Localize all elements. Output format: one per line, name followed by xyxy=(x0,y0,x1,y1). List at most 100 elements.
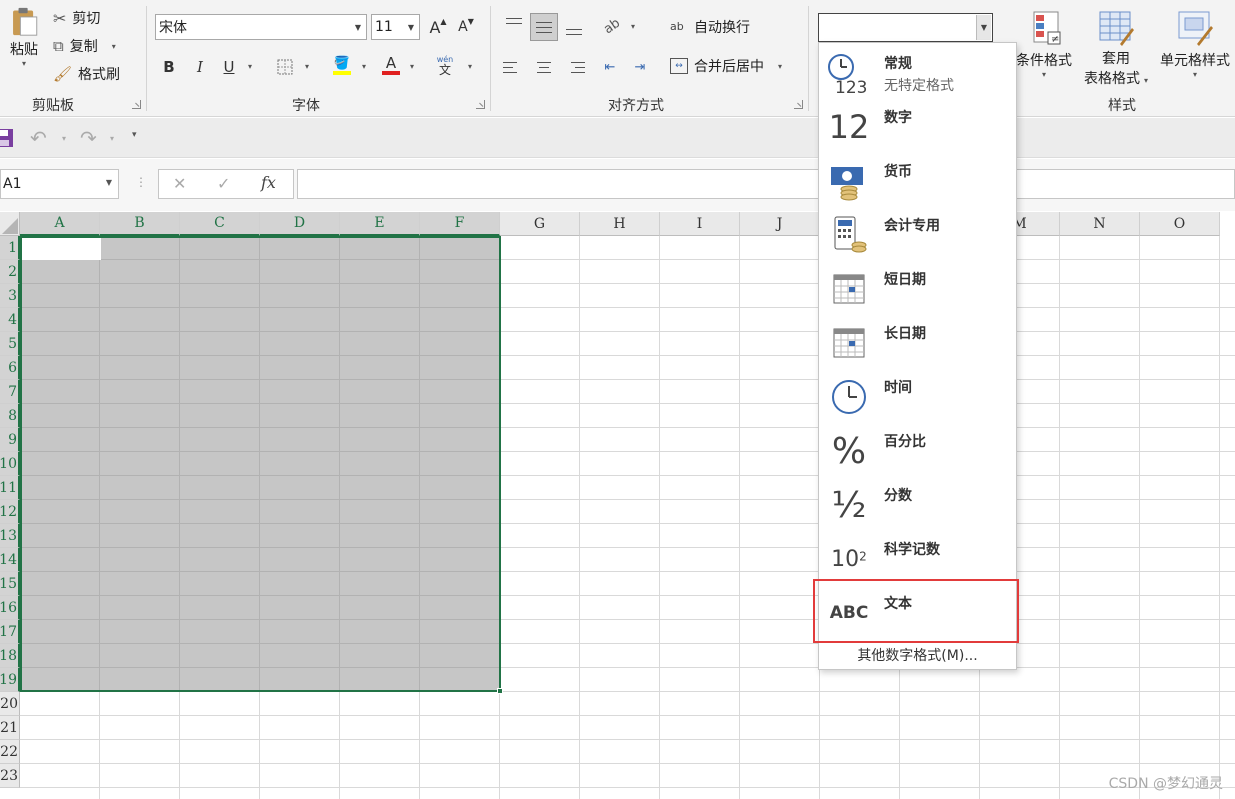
font-launcher-icon[interactable] xyxy=(476,100,485,109)
copy-button[interactable]: ⧉ 复制 ▾ xyxy=(53,36,116,56)
row-header[interactable]: 14 xyxy=(0,548,20,572)
row-header[interactable]: 23 xyxy=(0,764,20,788)
row-header[interactable]: 19 xyxy=(0,668,20,692)
name-box[interactable]: A1 ▼ xyxy=(0,169,119,199)
column-header[interactable]: A xyxy=(20,212,100,236)
increase-font-button[interactable]: A ▲ xyxy=(427,16,449,38)
font-size-combo[interactable]: 11 ▼ xyxy=(371,14,420,40)
column-header[interactable]: F xyxy=(420,212,500,236)
bold-button[interactable]: B xyxy=(158,56,180,78)
row-header[interactable]: 20 xyxy=(0,692,20,716)
chevron-down-icon[interactable]: ▾ xyxy=(631,22,635,31)
align-right-button[interactable] xyxy=(563,56,585,78)
format-currency-item[interactable]: 货币 xyxy=(819,153,1016,207)
row-header[interactable]: 6 xyxy=(0,356,20,380)
column-header[interactable]: C xyxy=(180,212,260,236)
align-top-button[interactable] xyxy=(503,14,525,36)
customize-qat-icon[interactable]: ▾ xyxy=(132,130,137,140)
paste-button[interactable]: 粘贴 ▾ xyxy=(4,6,44,68)
chevron-down-icon[interactable]: ▾ xyxy=(410,62,414,71)
chevron-down-icon[interactable]: ▾ xyxy=(468,62,472,71)
number-format-combo[interactable]: ▼ xyxy=(818,13,993,42)
row-header[interactable]: 22 xyxy=(0,740,20,764)
column-header[interactable]: G xyxy=(500,212,580,236)
format-general-item[interactable]: 123 常规 无特定格式 xyxy=(819,45,1016,99)
format-number-item[interactable]: 12 数字 xyxy=(819,99,1016,153)
row-header[interactable]: 10 xyxy=(0,452,20,476)
increase-indent-button[interactable]: ⇥ xyxy=(629,56,651,78)
alignment-launcher-icon[interactable] xyxy=(794,100,803,109)
row-header[interactable]: 4 xyxy=(0,308,20,332)
format-percent-item[interactable]: % 百分比 xyxy=(819,423,1016,477)
chevron-down-icon[interactable]: ▼ xyxy=(106,178,112,187)
column-header[interactable]: B xyxy=(100,212,180,236)
row-header[interactable]: 12 xyxy=(0,500,20,524)
italic-button[interactable]: I xyxy=(189,56,211,78)
row-header[interactable]: 13 xyxy=(0,524,20,548)
format-long-date-item[interactable]: 长日期 xyxy=(819,315,1016,369)
formula-input[interactable] xyxy=(297,169,1235,199)
row-header[interactable]: 8 xyxy=(0,404,20,428)
active-cell[interactable] xyxy=(22,238,101,260)
column-header[interactable]: I xyxy=(660,212,740,236)
column-header[interactable]: H xyxy=(580,212,660,236)
format-fraction-item[interactable]: ½ 分数 xyxy=(819,477,1016,531)
row-header[interactable]: 17 xyxy=(0,620,20,644)
row-header[interactable]: 1 xyxy=(0,236,20,260)
align-left-button[interactable] xyxy=(503,56,525,78)
enter-icon[interactable]: ✓ xyxy=(217,174,230,193)
insert-function-icon[interactable]: fx xyxy=(261,173,276,192)
row-header[interactable]: 16 xyxy=(0,596,20,620)
chevron-down-icon[interactable]: ▾ xyxy=(62,134,66,143)
font-color-button[interactable]: A xyxy=(380,54,402,76)
decrease-font-button[interactable]: A ▼ xyxy=(455,16,477,38)
merge-center-button[interactable]: ↔ 合并后居中 ▾ xyxy=(670,55,782,77)
chevron-down-icon[interactable]: ▾ xyxy=(110,134,114,143)
row-header[interactable]: 7 xyxy=(0,380,20,404)
column-header[interactable]: D xyxy=(260,212,340,236)
decrease-indent-button[interactable]: ⇤ xyxy=(599,56,621,78)
undo-icon[interactable]: ↶ xyxy=(30,126,47,150)
column-header[interactable]: N xyxy=(1060,212,1140,236)
format-painter-button[interactable]: 🖌 格式刷 xyxy=(53,64,120,84)
fill-color-button[interactable]: 🪣 xyxy=(331,54,353,76)
conditional-format-button[interactable]: ≠ 条件格式 ▾ xyxy=(1015,10,1073,79)
row-header[interactable]: 21 xyxy=(0,716,20,740)
fill-handle[interactable] xyxy=(497,688,503,694)
format-time-item[interactable]: 时间 xyxy=(819,369,1016,423)
cut-button[interactable]: ✂ 剪切 xyxy=(53,8,100,28)
chevron-down-icon[interactable]: ▼ xyxy=(976,15,991,40)
align-bottom-button[interactable] xyxy=(563,18,585,40)
chevron-down-icon[interactable]: ▾ xyxy=(305,62,309,71)
row-header[interactable]: 2 xyxy=(0,260,20,284)
row-header[interactable]: 18 xyxy=(0,644,20,668)
format-accounting-item[interactable]: 会计专用 xyxy=(819,207,1016,261)
chevron-down-icon[interactable]: ▾ xyxy=(248,62,252,71)
redo-icon[interactable]: ↷ xyxy=(80,126,97,150)
clipboard-launcher-icon[interactable] xyxy=(132,100,141,109)
font-name-combo[interactable]: 宋体 ▼ xyxy=(155,14,367,40)
align-center-button[interactable] xyxy=(533,56,555,78)
selected-range[interactable] xyxy=(20,236,501,692)
format-as-table-button[interactable]: 套用 表格格式 ▾ xyxy=(1078,10,1154,88)
format-scientific-item[interactable]: 102 科学记数 xyxy=(819,531,1016,585)
row-header[interactable]: 15 xyxy=(0,572,20,596)
column-header[interactable]: E xyxy=(340,212,420,236)
cell-styles-button[interactable]: 单元格样式 ▾ xyxy=(1156,10,1234,79)
column-header[interactable]: J xyxy=(740,212,820,236)
more-number-formats-link[interactable]: 其他数字格式(M)... xyxy=(819,645,1016,669)
row-header[interactable]: 11 xyxy=(0,476,20,500)
chevron-down-icon[interactable]: ▾ xyxy=(362,62,366,71)
borders-button[interactable] xyxy=(274,56,296,78)
column-header[interactable]: O xyxy=(1140,212,1220,236)
align-middle-button[interactable] xyxy=(530,13,558,41)
underline-button[interactable]: U xyxy=(218,56,240,78)
row-header[interactable]: 3 xyxy=(0,284,20,308)
phonetic-button[interactable]: wén 文 xyxy=(434,54,456,76)
cancel-icon[interactable]: ✕ xyxy=(173,174,186,193)
row-header[interactable]: 9 xyxy=(0,428,20,452)
row-header[interactable]: 5 xyxy=(0,332,20,356)
format-short-date-item[interactable]: 短日期 xyxy=(819,261,1016,315)
wrap-text-button[interactable]: ab 自动换行 xyxy=(670,16,750,38)
save-icon[interactable] xyxy=(0,128,14,148)
